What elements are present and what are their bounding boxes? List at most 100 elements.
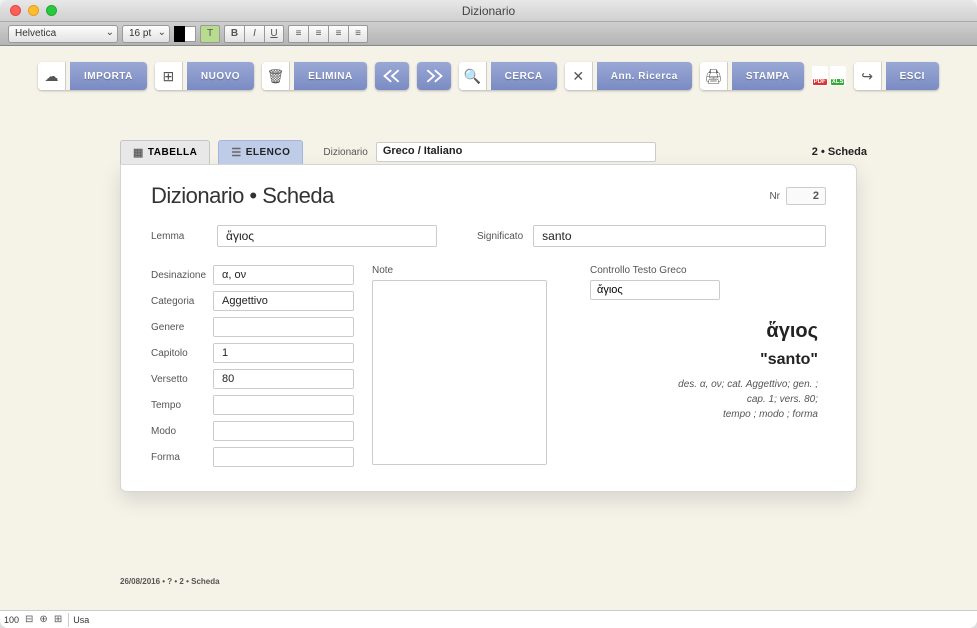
genere-label: Genere bbox=[151, 322, 207, 333]
zoom-value: 100 bbox=[4, 615, 19, 625]
align-left-button[interactable]: ≡ bbox=[288, 25, 308, 43]
export-pdf-icon[interactable] bbox=[812, 66, 828, 86]
modo-input[interactable] bbox=[213, 421, 354, 441]
text-color-icon bbox=[174, 26, 185, 42]
double-arrow-left-icon bbox=[382, 68, 402, 84]
text-tool-button[interactable]: T bbox=[200, 25, 220, 43]
list-icon: ☰ bbox=[231, 146, 241, 159]
divider bbox=[68, 613, 69, 627]
lemma-row: Lemma Significato bbox=[151, 225, 826, 247]
lemma-label: Lemma bbox=[151, 231, 207, 242]
tempo-input[interactable] bbox=[213, 395, 354, 415]
cloud-download-icon: ☁ bbox=[38, 62, 66, 90]
significato-label: Significato bbox=[477, 231, 523, 242]
zoom-in-icon[interactable]: ⊞ bbox=[52, 614, 64, 625]
nr-label: Nr bbox=[769, 191, 780, 202]
plus-icon: ⊞ bbox=[155, 62, 183, 90]
forma-label: Forma bbox=[151, 452, 207, 463]
format-bar: Helvetica 16 pt T B I U ≡ ≡ ≡ ≡ bbox=[0, 22, 977, 46]
desinazione-input[interactable] bbox=[213, 265, 354, 285]
exit-icon: ↪ bbox=[854, 62, 882, 90]
print-icon: 🖨 bbox=[700, 62, 728, 90]
lemma-input[interactable] bbox=[217, 225, 437, 247]
zoom-controls: ⊟ ⊕ ⊞ bbox=[23, 614, 64, 625]
align-group: ≡ ≡ ≡ ≡ bbox=[288, 25, 368, 43]
align-center-button[interactable]: ≡ bbox=[308, 25, 328, 43]
status-bar: 100 ⊟ ⊕ ⊞ Usa bbox=[0, 610, 977, 628]
desinazione-label: Desinazione bbox=[151, 270, 207, 281]
app-window: Dizionario Helvetica 16 pt T B I U ≡ ≡ ≡… bbox=[0, 0, 977, 628]
record-counter: 2 • Scheda bbox=[812, 146, 867, 158]
categoria-label: Categoria bbox=[151, 296, 207, 307]
esci-button[interactable]: ↪ ESCI bbox=[854, 62, 939, 90]
close-window-button[interactable] bbox=[10, 5, 21, 16]
modo-label: Modo bbox=[151, 426, 207, 437]
fields-column: Desinazione Categoria Genere Capitolo Ve… bbox=[151, 265, 354, 467]
note-textarea[interactable] bbox=[372, 280, 547, 465]
content-area: ☁ IMPORTA ⊞ NUOVO 🗑 ELIMINA 🔍 CERCA bbox=[0, 46, 977, 610]
capitolo-input[interactable] bbox=[213, 343, 354, 363]
nr-field[interactable]: 2 bbox=[786, 187, 826, 205]
controllo-input[interactable] bbox=[590, 280, 720, 300]
traffic-lights bbox=[0, 5, 57, 16]
tempo-label: Tempo bbox=[151, 400, 207, 411]
italic-button[interactable]: I bbox=[244, 25, 264, 43]
dict-label: Dizionario bbox=[323, 147, 367, 158]
elimina-button[interactable]: 🗑 ELIMINA bbox=[262, 62, 367, 90]
note-column: Note bbox=[372, 265, 572, 467]
preview-translation: "santo" bbox=[590, 351, 818, 369]
versetto-label: Versetto bbox=[151, 374, 207, 385]
preview-panel: ἅγιος "santo" des. α, ον; cat. Aggettivo… bbox=[590, 320, 826, 422]
nr-group: Nr 2 bbox=[769, 187, 826, 205]
dict-field[interactable]: Greco / Italiano bbox=[376, 142, 656, 162]
next-record-button[interactable] bbox=[417, 62, 451, 90]
style-group: B I U bbox=[224, 25, 284, 43]
export-icons bbox=[812, 62, 846, 90]
tab-tabella[interactable]: ▦ TABELLA bbox=[120, 140, 210, 164]
export-xls-icon[interactable] bbox=[830, 66, 846, 86]
bold-button[interactable]: B bbox=[224, 25, 244, 43]
significato-input[interactable] bbox=[533, 225, 826, 247]
controllo-label: Controllo Testo Greco bbox=[590, 265, 826, 276]
card-title: Dizionario • Scheda bbox=[151, 183, 334, 209]
genere-input[interactable] bbox=[213, 317, 354, 337]
align-justify-button[interactable]: ≡ bbox=[348, 25, 368, 43]
main-toolbar: ☁ IMPORTA ⊞ NUOVO 🗑 ELIMINA 🔍 CERCA bbox=[0, 46, 977, 100]
underline-button[interactable]: U bbox=[264, 25, 284, 43]
cerca-button[interactable]: 🔍 CERCA bbox=[459, 62, 557, 90]
note-label: Note bbox=[372, 265, 428, 276]
versetto-input[interactable] bbox=[213, 369, 354, 389]
categoria-input[interactable] bbox=[213, 291, 354, 311]
fill-color-icon bbox=[185, 26, 197, 42]
cancel-search-icon: ✕ bbox=[565, 62, 593, 90]
zoom-window-button[interactable] bbox=[46, 5, 57, 16]
minimize-window-button[interactable] bbox=[28, 5, 39, 16]
color-swatch[interactable] bbox=[174, 26, 196, 42]
importa-button[interactable]: ☁ IMPORTA bbox=[38, 62, 147, 90]
table-icon: ▦ bbox=[133, 146, 144, 159]
prev-record-button[interactable] bbox=[375, 62, 409, 90]
zoom-out-icon[interactable]: ⊟ bbox=[23, 614, 35, 625]
font-select[interactable]: Helvetica bbox=[8, 25, 118, 43]
preview-meta: des. α, ον; cat. Aggettivo; gen. ; cap. … bbox=[590, 377, 818, 422]
forma-input[interactable] bbox=[213, 447, 354, 467]
columns: Desinazione Categoria Genere Capitolo Ve… bbox=[151, 265, 826, 467]
titlebar: Dizionario bbox=[0, 0, 977, 22]
ann-ricerca-button[interactable]: ✕ Ann. Ricerca bbox=[565, 62, 692, 90]
trash-icon: 🗑 bbox=[262, 62, 290, 90]
nuovo-button[interactable]: ⊞ NUOVO bbox=[155, 62, 254, 90]
window-title: Dizionario bbox=[462, 4, 515, 18]
tabs-row: ▦ TABELLA ☰ ELENCO Dizionario Greco / It… bbox=[0, 100, 977, 164]
footer-meta: 26/08/2016 • ? • 2 • Scheda bbox=[120, 577, 220, 586]
preview-column: Controllo Testo Greco ἅγιος "santo" des.… bbox=[590, 265, 826, 467]
align-right-button[interactable]: ≡ bbox=[328, 25, 348, 43]
tab-elenco[interactable]: ☰ ELENCO bbox=[218, 140, 303, 164]
zoom-reset-icon[interactable]: ⊕ bbox=[37, 614, 49, 625]
font-size-select[interactable]: 16 pt bbox=[122, 25, 170, 43]
double-arrow-right-icon bbox=[424, 68, 444, 84]
scheda-card: Dizionario • Scheda Nr 2 Lemma Significa… bbox=[120, 164, 857, 492]
stampa-button[interactable]: 🖨 STAMPA bbox=[700, 62, 804, 90]
status-user: Usa bbox=[73, 615, 89, 625]
card-header: Dizionario • Scheda Nr 2 bbox=[151, 183, 826, 209]
search-icon: 🔍 bbox=[459, 62, 487, 90]
